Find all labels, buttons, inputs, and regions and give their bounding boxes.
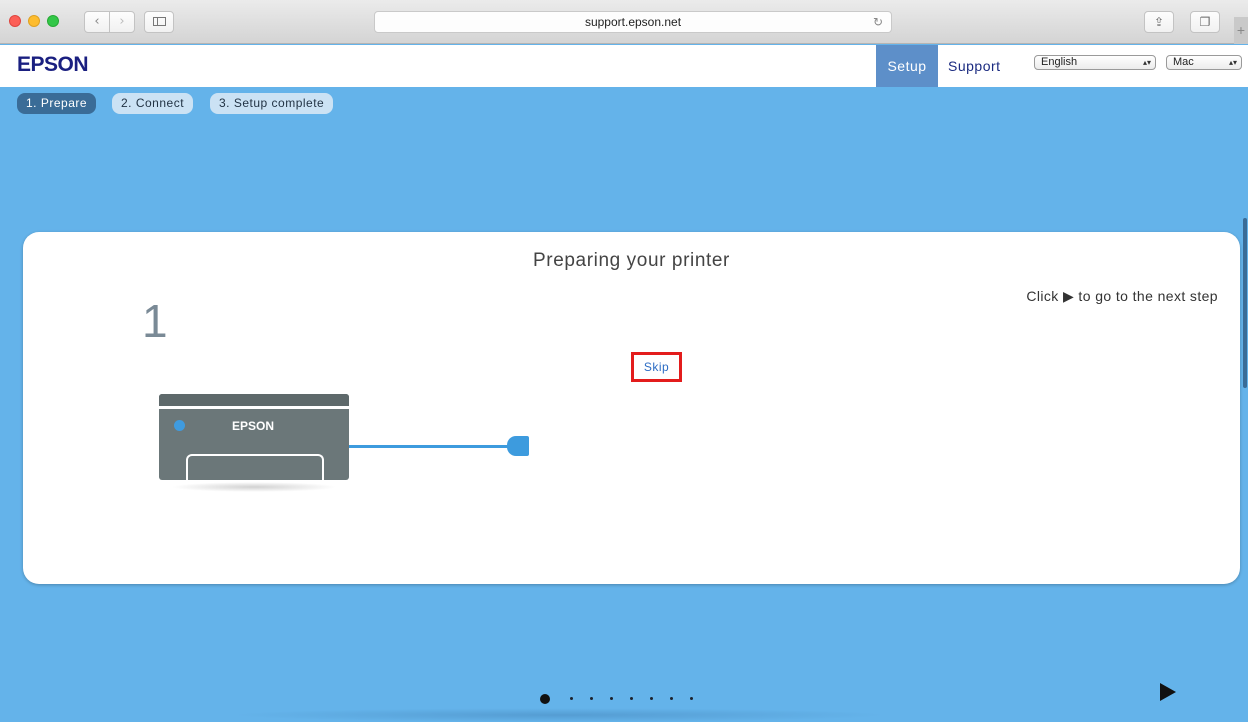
sidebar-toggle-button[interactable]: [144, 11, 174, 33]
printer-brand-label: EPSON: [232, 419, 275, 433]
printer-tray: [186, 454, 324, 480]
printer-illustration: EPSON: [159, 394, 349, 494]
printer-led-icon: [174, 420, 185, 431]
share-button[interactable]: ⇪: [1144, 11, 1174, 33]
os-select[interactable]: Mac ▴▾: [1166, 55, 1242, 70]
step-setup-complete[interactable]: 3. Setup complete: [210, 93, 334, 114]
select-arrows-icon: ▴▾: [1228, 58, 1237, 67]
bottom-shadow: [230, 708, 890, 722]
sidebar-icon: [152, 17, 166, 26]
page-dot-3[interactable]: [590, 697, 593, 700]
new-tab-button[interactable]: +: [1234, 17, 1248, 44]
close-window-button[interactable]: [9, 15, 21, 27]
show-tabs-button[interactable]: ❐: [1190, 11, 1220, 33]
back-button[interactable]: ‹: [84, 11, 110, 33]
share-icon: ⇪: [1153, 15, 1165, 29]
page-dot-6[interactable]: [650, 697, 653, 700]
select-arrows-icon: ▴▾: [1142, 58, 1151, 67]
next-step-hint: Click ▶ to go to the next step: [1026, 288, 1218, 304]
zoom-window-button[interactable]: [47, 15, 59, 27]
printer-shadow: [171, 482, 337, 492]
page-dot-1[interactable]: [540, 694, 550, 704]
card-title: Preparing your printer: [533, 250, 730, 271]
setup-card: Preparing your printer Click ▶ to go to …: [23, 232, 1240, 584]
play-arrow-icon[interactable]: [1160, 683, 1176, 701]
epson-logo[interactable]: EPSON: [17, 53, 89, 77]
nav-support[interactable]: Support: [948, 45, 1001, 87]
forward-button[interactable]: ›: [109, 11, 135, 33]
tabs-icon: ❐: [1199, 15, 1211, 29]
url-text: support.epson.net: [584, 15, 682, 29]
address-bar[interactable]: support.epson.net ↻: [374, 11, 892, 33]
plus-icon: +: [1236, 22, 1246, 38]
printer-lid: [159, 394, 349, 406]
power-cable: [349, 445, 509, 448]
language-select-value: English: [1041, 56, 1078, 68]
nav-setup[interactable]: Setup: [876, 45, 938, 87]
skip-link[interactable]: Skip: [634, 355, 679, 379]
page-dot-7[interactable]: [670, 697, 673, 700]
step-connect[interactable]: 2. Connect: [112, 93, 194, 114]
skip-highlight: Skip: [631, 352, 682, 382]
reload-icon[interactable]: ↻: [873, 12, 883, 32]
language-select[interactable]: English ▴▾: [1034, 55, 1156, 70]
side-scroll-indicator: [1243, 218, 1247, 388]
step-prepare[interactable]: 1. Prepare: [17, 93, 97, 114]
page-dot-8[interactable]: [690, 697, 693, 700]
site-header: EPSON Setup Support English ▴▾ Mac ▴▾: [0, 45, 1248, 87]
page-dot-2[interactable]: [570, 697, 573, 700]
page-dot-5[interactable]: [630, 697, 633, 700]
step-number: 1: [142, 295, 168, 347]
os-select-value: Mac: [1173, 56, 1194, 68]
minimize-window-button[interactable]: [28, 15, 40, 27]
chevron-right-icon: ›: [119, 14, 125, 29]
page-dot-4[interactable]: [610, 697, 613, 700]
chevron-left-icon: ‹: [94, 14, 100, 29]
browser-toolbar: ‹ › support.epson.net ↻ ⇪ ❐ +: [0, 0, 1248, 44]
power-plug-icon: [507, 436, 529, 456]
printer-lid-line: [159, 406, 349, 409]
